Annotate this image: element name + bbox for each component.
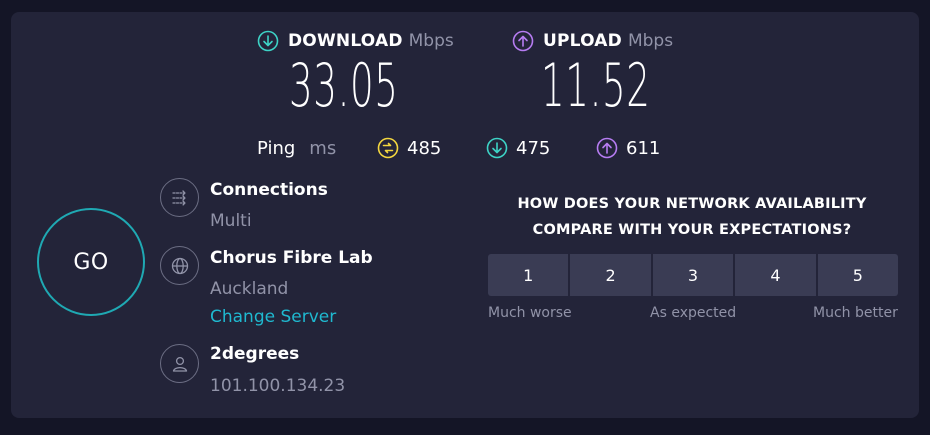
rating-option-3[interactable]: 3 bbox=[652, 254, 734, 296]
survey-question-line1: HOW DOES YOUR NETWORK AVAILABILITY bbox=[517, 196, 867, 212]
ping-download-value: 475 bbox=[516, 137, 551, 159]
server-name: Chorus Fibre Lab bbox=[210, 248, 373, 268]
server-location: Auckland bbox=[210, 279, 289, 299]
go-button[interactable]: GO bbox=[37, 208, 145, 316]
ping-upload-icon bbox=[596, 137, 618, 159]
ping-download: 475 bbox=[486, 136, 550, 160]
download-unit: Mbps bbox=[408, 31, 454, 51]
rating-option-2[interactable]: 2 bbox=[570, 254, 651, 296]
rating-option-5[interactable]: 5 bbox=[817, 254, 899, 296]
ping-row: Ping ms bbox=[257, 136, 336, 160]
ping-upload-value: 611 bbox=[626, 137, 661, 159]
download-arrow-icon bbox=[257, 30, 279, 52]
ping-unit: ms bbox=[309, 137, 337, 159]
rating-option-4[interactable]: 4 bbox=[735, 254, 816, 296]
connections-icon bbox=[160, 178, 199, 217]
upload-unit: Mbps bbox=[627, 31, 674, 51]
upload-value: 11.52 bbox=[541, 51, 651, 121]
ping-idle: 485 bbox=[377, 136, 441, 160]
provider-name: 2degrees bbox=[210, 344, 300, 364]
scale-label-low: Much worse bbox=[488, 305, 572, 321]
download-label: DOWNLOAD bbox=[288, 31, 403, 51]
scale-label-high: Much better bbox=[813, 305, 898, 321]
survey-question: HOW DOES YOUR NETWORK AVAILABILITY COMPA… bbox=[488, 191, 896, 243]
ping-upload: 611 bbox=[596, 136, 660, 160]
upload-arrow-icon bbox=[512, 30, 534, 52]
change-server-link[interactable]: Change Server bbox=[210, 307, 336, 327]
rating-scale: 1 2 3 4 5 bbox=[488, 254, 899, 296]
ping-label: Ping bbox=[257, 137, 296, 159]
scale-label-mid: As expected bbox=[650, 305, 737, 321]
connections-title: Connections bbox=[210, 180, 328, 200]
ping-idle-value: 485 bbox=[407, 137, 442, 159]
connections-value[interactable]: Multi bbox=[210, 211, 252, 231]
survey-question-line2: COMPARE WITH YOUR EXPECTATIONS? bbox=[532, 222, 852, 238]
rating-option-1[interactable]: 1 bbox=[488, 254, 569, 296]
download-value: 33.05 bbox=[289, 51, 399, 121]
download-metric: DOWNLOAD Mbps bbox=[257, 30, 454, 52]
provider-ip: 101.100.134.23 bbox=[210, 376, 346, 396]
globe-icon bbox=[160, 246, 199, 285]
upload-label: UPLOAD bbox=[543, 31, 622, 51]
speedtest-card: DOWNLOAD Mbps 33.05 UPLOAD Mbps 11.52 Pi… bbox=[11, 12, 919, 418]
ping-download-icon bbox=[486, 137, 508, 159]
upload-metric: UPLOAD Mbps bbox=[512, 30, 673, 52]
user-icon bbox=[160, 344, 199, 383]
ping-idle-icon bbox=[377, 137, 399, 159]
